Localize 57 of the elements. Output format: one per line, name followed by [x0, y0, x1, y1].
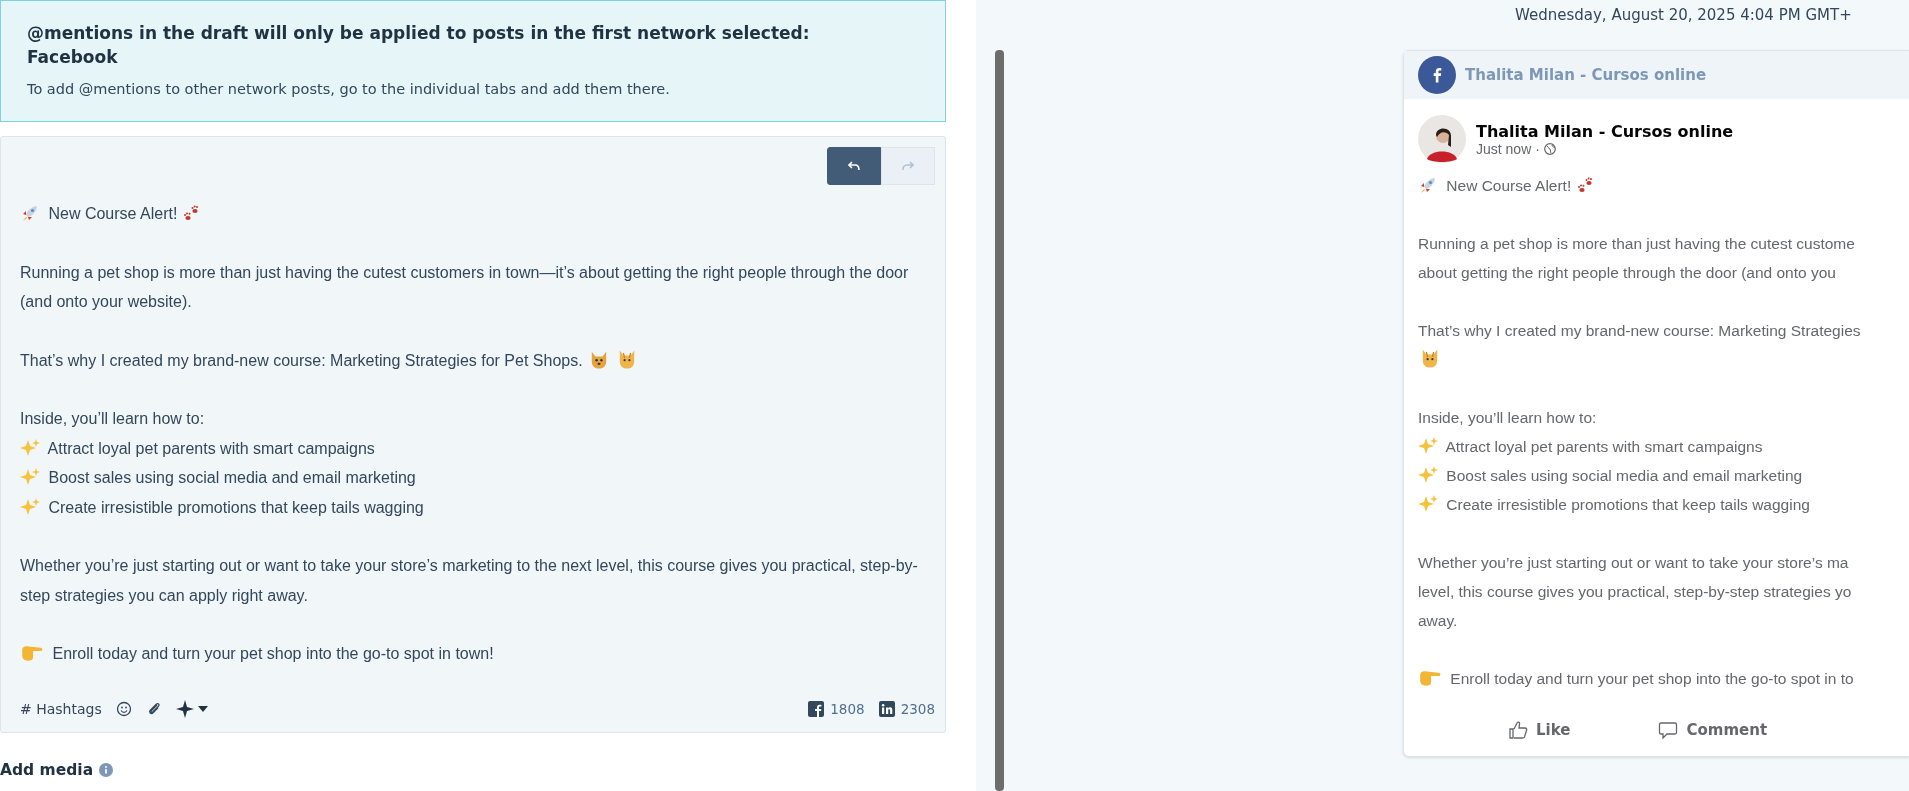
banner-text: To add @mentions to other network posts, go to the individual tabs and add them there.: [27, 81, 671, 97]
post-text: That’s why I created my brand-new course: Marketing Strategies for Pet Shops.: [20, 351, 583, 369]
post-text: Attract loyal pet parents with smart campaigns: [47, 439, 375, 457]
redo-icon: [902, 161, 914, 171]
comment-button[interactable]: Comment: [1658, 720, 1768, 740]
ai-assist-dropdown[interactable]: [175, 699, 208, 718]
preview-text: away.: [1418, 612, 1458, 629]
post-text: Running a pet shop is more than just having the cutest customers in town—it’s about getting the right people through the door (and onto your website).: [20, 263, 909, 310]
character-count: 2308: [900, 700, 935, 717]
sparkles-icon: [20, 437, 40, 458]
hashtags-button[interactable]: # Hashtags: [20, 700, 102, 717]
banner-title: @mentions in the draft will only be applied to posts in the first network selected: Facebook: [27, 22, 811, 69]
scheduled-time: Wednesday, August 20, 2025 4:04 PM GMT+: [1515, 5, 1853, 26]
sparkles-icon: [1418, 436, 1438, 456]
post-text: Enroll today and turn your pet shop into the go-to spot in town!: [52, 645, 494, 662]
facebook-icon: [808, 700, 825, 717]
post-text: Create irresistible promotions that keep tails wagging: [48, 498, 424, 516]
info-icon[interactable]: [99, 762, 114, 777]
character-count: 1808: [830, 700, 865, 717]
sparkles-icon: [1418, 465, 1438, 485]
preview-text: Boost sales using social media and email marketing: [1446, 467, 1803, 484]
undo-button[interactable]: [827, 147, 881, 185]
preview-text: Create irresistible promotions that keep tails wagging: [1446, 496, 1810, 513]
sparkles-icon: [20, 467, 40, 487]
preview-text: about getting the right people through the door (and onto you: [1418, 264, 1836, 281]
speech-bubble-icon: [1658, 720, 1679, 740]
post-text: New Course Alert!: [48, 205, 178, 222]
preview-text: Whether you’re just starting out or want to take your store’s ma: [1418, 554, 1849, 571]
facebook-icon: [1418, 56, 1456, 94]
globe-icon: [1543, 142, 1556, 155]
add-media-heading: Add media: [0, 760, 94, 779]
emoji-icon[interactable]: [115, 700, 132, 717]
post-editor[interactable]: [0, 136, 946, 733]
preview-text: That’s why I created my brand-new course: Marketing Strategies: [1418, 322, 1861, 339]
preview-text: Inside, you’ll learn how to:: [1418, 409, 1597, 426]
post-text: Whether you’re just starting out or want to take your store’s marketing to the next level, this course gives you practical, step-by-step strategies you can apply right away.: [20, 557, 918, 604]
caret-icon: [197, 705, 208, 712]
preview-text: level, this course gives you practical, step-by-step strategies yo: [1418, 583, 1852, 600]
thumbs-up-icon: [1508, 720, 1528, 740]
author-name: Thalita Milan - Cursos online: [1476, 121, 1734, 141]
rocket-icon: [20, 203, 40, 223]
post-text: Boost sales using social media and email marketing: [48, 469, 416, 486]
preview-text: Attract loyal pet parents with smart campaigns: [1445, 438, 1763, 455]
linkedin-icon: [878, 700, 895, 717]
post-text: Inside, you’ll learn how to:: [20, 410, 205, 427]
rocket-icon: [1418, 175, 1438, 195]
sparkles-icon: [1418, 494, 1438, 514]
sparkles-icon: [20, 496, 40, 517]
preview-text: Running a pet shop is more than just having the cutest custome: [1418, 235, 1855, 252]
like-button[interactable]: Like: [1508, 720, 1571, 740]
post-time: Just now ·: [1476, 140, 1540, 157]
preview-text: Enroll today and turn your pet shop into the go-to spot in to: [1450, 670, 1854, 687]
avatar: [1418, 115, 1466, 163]
undo-icon: [848, 161, 860, 171]
preview-text: New Course Alert!: [1446, 177, 1572, 194]
scrollbar[interactable]: [995, 50, 1004, 791]
account-name: Thalita Milan - Cursos online: [1465, 66, 1707, 84]
